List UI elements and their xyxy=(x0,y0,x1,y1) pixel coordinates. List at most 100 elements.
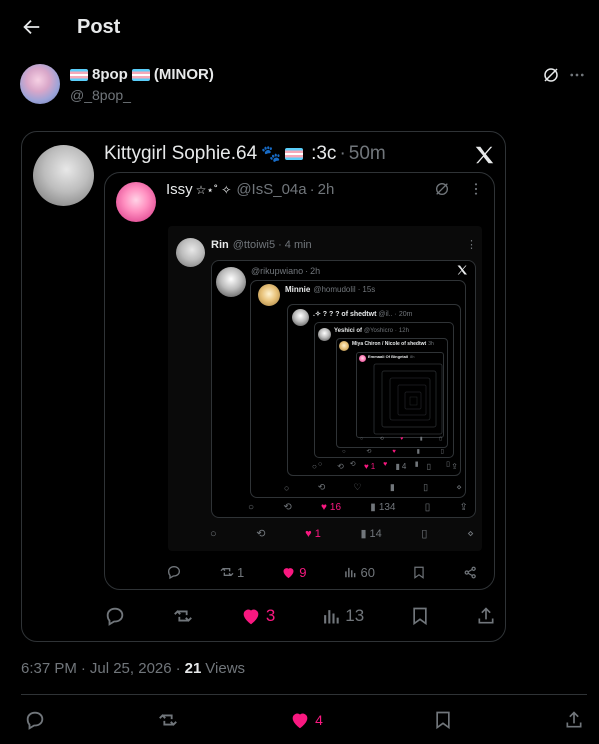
recursion-tunnel xyxy=(372,362,444,436)
heart-icon xyxy=(283,567,294,578)
inner6-name-row: Emmaali Of Bingetail 8h xyxy=(368,354,414,359)
inner3-name-row: .✧ ? ? ? of shedtwt @il.. · 20m xyxy=(313,310,413,319)
inner2-name-row: Minnie @homudolil · 15s xyxy=(285,285,375,294)
author-avatar[interactable] xyxy=(20,64,60,104)
inner5-actions: ○ ⟲ ♥ ▮ ▯ xyxy=(342,448,444,456)
nested-avatar[interactable] xyxy=(116,182,156,222)
quoted-x-logo[interactable] xyxy=(473,144,495,166)
reply-icon xyxy=(106,607,124,626)
inner2-views-count: 4 xyxy=(401,462,407,471)
inner2-avatar xyxy=(258,284,280,306)
rin-handle: @ttoiwi5 xyxy=(232,239,276,251)
views-count: 21 xyxy=(184,660,202,677)
author-handle[interactable]: @_8pop_ xyxy=(70,87,131,103)
bookmark-icon xyxy=(414,566,424,579)
author-name-row[interactable]: 8pop (MINOR) xyxy=(70,66,214,83)
inner6-name: Emmaali Of Bingetail xyxy=(368,354,409,359)
inner4-name: Yeshici of xyxy=(334,328,363,334)
trans-flag-emoji xyxy=(70,68,88,81)
paw-emoji: 🐾 xyxy=(261,146,282,163)
inner1-actions: ○ ⟲ ♥ 16 ▮ 134 ▯ ⇪ xyxy=(248,502,468,513)
inner6-time: 8h xyxy=(410,354,415,359)
rin-dot: · xyxy=(278,239,282,251)
nested-grok-button[interactable] xyxy=(434,181,450,197)
quoted-avatar[interactable] xyxy=(33,145,94,206)
inner3-handle: @il.. xyxy=(378,310,393,318)
nested-dot: · xyxy=(309,181,315,198)
inner3-avatar xyxy=(292,309,309,326)
inner1-views-count: 134 xyxy=(378,502,396,513)
inner3-dot: · xyxy=(394,310,397,318)
meta-dot-2: · xyxy=(175,660,181,677)
retweet-button[interactable] xyxy=(157,709,179,731)
inner6-actions: ○ ⟲ ♥ ▮ ▯ xyxy=(360,436,442,442)
grok-button[interactable] xyxy=(542,66,560,84)
nested-like-button[interactable]: 9 xyxy=(281,565,306,580)
post-time[interactable]: 6:37 PM xyxy=(21,660,77,677)
nested-name-row[interactable]: Issy ☆⋆˚ ✧ @IsS_04a · 2h xyxy=(166,181,334,198)
rin-like-count: 1 xyxy=(314,527,321,540)
inner1-handle: @rikupwiano xyxy=(251,266,304,276)
retweet-icon xyxy=(174,610,192,622)
inner3-time: 20m xyxy=(398,310,413,318)
quoted-views-count: 13 xyxy=(345,606,365,625)
inner1-avatar xyxy=(216,267,246,297)
back-arrow-icon xyxy=(23,19,40,35)
bookmark-button[interactable] xyxy=(433,709,453,731)
share-button[interactable] xyxy=(564,710,584,730)
nested-reply-button[interactable] xyxy=(166,564,182,580)
nested-retweet-count: 1 xyxy=(237,564,245,580)
more-icon xyxy=(570,73,584,77)
views-icon xyxy=(324,610,339,624)
rin-avatar xyxy=(176,238,205,267)
inner-card-2-actions: ○ ⟲ ♡ ▮ ▯ ⋄ xyxy=(284,482,462,493)
grok-icon xyxy=(544,68,558,82)
grok-icon xyxy=(436,183,448,195)
share-icon xyxy=(478,607,494,624)
inner5-time: 3h xyxy=(428,341,434,347)
quoted-dot: · xyxy=(339,143,346,164)
trans-flag-emoji-3 xyxy=(285,148,304,160)
more-button[interactable] xyxy=(568,66,586,84)
share-icon xyxy=(464,566,476,578)
views-label: Views xyxy=(205,660,246,677)
inner2-like-count: 1 xyxy=(370,462,376,471)
quoted-bookmark-button[interactable] xyxy=(410,605,430,627)
back-button[interactable] xyxy=(20,16,44,40)
quoted-views-button[interactable]: 13 xyxy=(321,606,364,626)
nested-views-count: 60 xyxy=(360,564,375,580)
reply-icon xyxy=(26,711,44,730)
inner2-time: 15s xyxy=(362,285,376,294)
rin-views-count: 14 xyxy=(369,527,382,540)
author-name-suffix: (MINOR) xyxy=(153,66,214,83)
inner1-name-row: @rikupwiano · 2h xyxy=(251,266,320,276)
quoted-name-row[interactable]: Kittygirl Sophie.64 🐾 :3c · 50m xyxy=(104,143,386,165)
like-button[interactable]: 4 xyxy=(289,709,323,731)
nested-bookmark-button[interactable] xyxy=(412,565,426,580)
divider xyxy=(21,694,587,695)
share-icon xyxy=(566,711,582,728)
inner4-name-row: Yeshici of @Yoshicro · 12h xyxy=(334,328,409,334)
inner5-name-row: Miya Chiron / Nicole of shedtwt 3h xyxy=(352,341,434,347)
nested-share-button[interactable] xyxy=(463,565,478,580)
quoted-retweet-button[interactable] xyxy=(172,605,194,627)
nested-retweet-button[interactable]: 1 xyxy=(219,564,244,580)
quoted-actions: 3 13 xyxy=(104,605,496,627)
quoted-time: 50m xyxy=(348,143,386,164)
reply-button[interactable] xyxy=(24,709,46,731)
inner5-name: Miya Chiron / Nicole of shedtwt xyxy=(352,341,427,347)
inner1-time: 2h xyxy=(310,266,321,276)
quoted-share-button[interactable] xyxy=(476,606,496,626)
nested-views-button[interactable]: 60 xyxy=(343,564,375,580)
page-title: Post xyxy=(77,16,121,38)
quoted-reply-button[interactable] xyxy=(104,605,126,627)
inner5-avatar xyxy=(339,341,349,351)
reply-icon xyxy=(167,565,181,580)
trans-flag-emoji-2 xyxy=(131,68,150,81)
nested-more-button[interactable] xyxy=(470,181,482,197)
post-date[interactable]: Jul 25, 2026 xyxy=(90,660,172,677)
inner1-dot: · xyxy=(305,266,309,276)
more-icon xyxy=(474,183,478,195)
inner1-like-count: 16 xyxy=(329,502,342,513)
quoted-like-button[interactable]: 3 xyxy=(240,605,275,627)
